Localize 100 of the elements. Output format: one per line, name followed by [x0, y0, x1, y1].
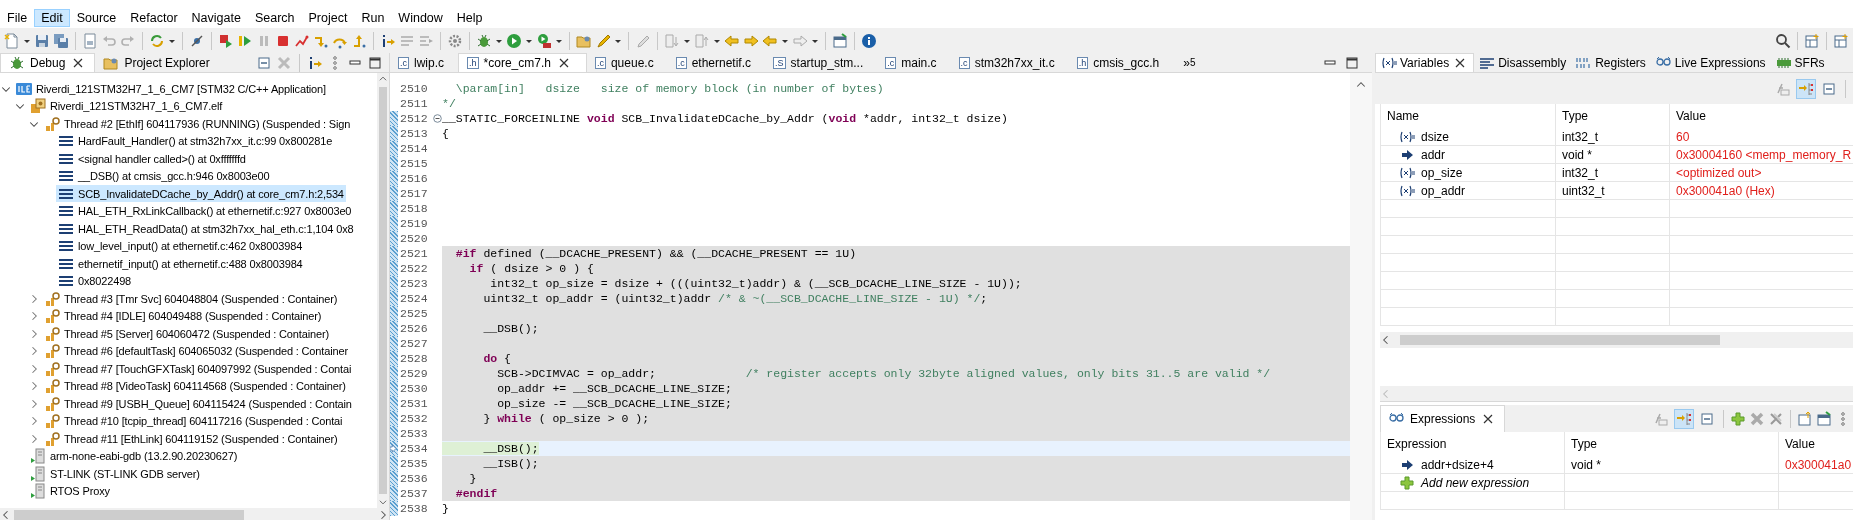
tree-item[interactable]: ST-LINK (ST-LINK GDB server) — [28, 465, 202, 483]
collapse-icon[interactable] — [256, 54, 272, 71]
column-header[interactable]: Type — [1571, 437, 1597, 451]
play-toolbox-icon[interactable] — [536, 32, 552, 49]
arrow-tree-icon[interactable] — [1676, 410, 1692, 427]
tab[interactable]: .c ethernetif.c — [667, 53, 766, 72]
tab[interactable]: Registers — [1571, 53, 1651, 72]
tree-item[interactable]: Thread #7 [TouchGFXTask] 604097992 (Suspended : Contai — [42, 360, 354, 378]
info-icon[interactable] — [861, 32, 877, 49]
menu-item[interactable]: Search — [247, 9, 302, 27]
tab[interactable]: Project Explorer — [95, 53, 218, 72]
tree-item[interactable]: Thread #5 [Server] 604060472 (Suspended : Container) — [42, 325, 331, 343]
menu-item[interactable]: Run — [354, 9, 392, 27]
variable-name: op_size — [1421, 165, 1463, 180]
tree-item[interactable]: ethernetif_input() at ethernetif.c:488 0x8003984 — [56, 255, 305, 273]
menu-item[interactable]: File — [0, 9, 35, 27]
column-header[interactable]: Value — [1676, 109, 1706, 123]
tab[interactable]: .c lwip.c — [390, 53, 459, 72]
collapse-icon[interactable] — [1821, 80, 1837, 97]
bug-icon[interactable] — [476, 32, 492, 49]
tree-item[interactable]: Thread #4 [IDLE] 604049488 (Suspended : Container) — [42, 307, 324, 325]
gear-icon[interactable] — [447, 32, 463, 49]
scrollbar[interactable] — [0, 508, 389, 520]
perspective-icon[interactable] — [1833, 32, 1849, 49]
tree-item[interactable]: HAL_ETH_RxLinkCallback() at ethernetif.c:927 0x8003e0 — [56, 202, 354, 220]
menu-item[interactable]: Edit — [34, 9, 70, 27]
tree-item[interactable]: Riverdi_121STM32H7_1_6_CM7 [STM32 C/C++ Application] — [14, 80, 328, 98]
brush-icon[interactable] — [595, 32, 611, 49]
export-icon[interactable] — [1797, 410, 1813, 427]
menu-item[interactable]: Refactor — [123, 9, 185, 27]
stop-play-icon[interactable] — [218, 32, 234, 49]
perspective-icon[interactable] — [1804, 32, 1820, 49]
remove-all-icon[interactable] — [276, 54, 292, 71]
plus-icon[interactable] — [1730, 410, 1746, 427]
tree-item[interactable]: Riverdi_121STM32H7_1_6_CM7.elf — [28, 97, 225, 115]
line-number: 2529 — [399, 366, 429, 381]
tree-item[interactable]: Thread #8 [VideoTask] 604114568 (Suspended : Container) — [42, 377, 348, 395]
tab[interactable]: .h *core_cm7.h — [458, 53, 587, 72]
floppy-stack-icon[interactable] — [53, 32, 69, 49]
remove-all-icon[interactable] — [1768, 410, 1784, 427]
tab[interactable]: Expressions — [1380, 405, 1506, 432]
save-icon[interactable] — [34, 32, 50, 49]
tab[interactable]: SFRs — [1770, 53, 1830, 72]
tree-item[interactable]: Thread #6 [defaultTask] 604065032 (Suspended : Container — [42, 342, 350, 360]
line-number: 2521 — [399, 246, 429, 261]
collapse-icon[interactable] — [1699, 410, 1715, 427]
tree-item[interactable]: HardFault_Handler() at stm32h7xx_it.c:99 0x800281e — [56, 132, 335, 150]
tree-item[interactable]: arm-none-eabi-gdb (13.2.90.20230627) — [28, 447, 240, 465]
tab[interactable]: .c stm32h7xx_it.c — [950, 53, 1069, 72]
scrollbar[interactable] — [1380, 386, 1853, 402]
add-expression-link[interactable]: Add new expression — [1421, 475, 1530, 490]
scrollbar[interactable] — [1350, 73, 1372, 520]
search-icon[interactable] — [1775, 32, 1791, 49]
column-header[interactable]: Name — [1387, 109, 1419, 123]
tree-item[interactable]: HAL_ETH_ReadData() at stm32h7xx_hal_eth.c:1,104 0x8 — [56, 220, 356, 238]
column-header[interactable]: Value — [1785, 437, 1815, 451]
menu-item[interactable]: Navigate — [184, 9, 248, 27]
tree-item[interactable]: RTOS Proxy — [28, 482, 112, 500]
new-window-icon[interactable] — [832, 32, 848, 49]
tree-item[interactable]: Thread #9 [USBH_Queue] 604115424 (Suspended : Contain — [42, 395, 354, 413]
tree-item[interactable]: 0x8022498 — [56, 272, 134, 290]
tab[interactable]: Debug — [0, 53, 96, 72]
arrow-right-icon[interactable] — [743, 32, 759, 49]
instruction-step-icon[interactable] — [307, 54, 323, 71]
scrollbar[interactable] — [1380, 332, 1853, 348]
tree-item[interactable]: low_level_input() at ethernetif.c:462 0x8003984 — [56, 237, 305, 255]
menu-item[interactable]: Help — [449, 9, 490, 27]
tab[interactable]: .S startup_stm... — [765, 53, 878, 72]
document-icon[interactable] — [82, 32, 98, 49]
menu-item[interactable]: Source — [69, 9, 124, 27]
tree-item[interactable]: Thread #2 [EthIf] 604117936 (RUNNING) (Suspended : Sign — [42, 115, 353, 133]
line-number: 2526 — [399, 321, 429, 336]
menu-item[interactable]: Project — [301, 9, 355, 27]
arrow-tree-icon[interactable] — [1798, 80, 1814, 97]
tree-item[interactable]: __DSB() at cmsis_gcc.h:946 0x8003e00 — [56, 167, 272, 185]
column-header[interactable]: Expression — [1387, 437, 1447, 451]
tab[interactable]: .c queue.c — [586, 53, 668, 72]
tab[interactable]: Live Expressions — [1650, 53, 1771, 72]
variable-value: <optimized out> — [1676, 165, 1762, 180]
collapse-icon[interactable] — [433, 114, 442, 123]
tree-item[interactable]: <signal handler called>() at 0xfffffffd — [56, 150, 248, 168]
tree-item[interactable]: Thread #10 [tcpip_thread] 604117216 (Suspended : Contai — [42, 412, 345, 430]
scrollbar[interactable] — [377, 73, 389, 508]
remove-icon[interactable] — [1749, 410, 1765, 427]
tree-item[interactable]: SCB_InvalidateDCache_by_Addr() at core_cm7.h:2,534 — [56, 185, 346, 203]
tab[interactable]: Disassembly — [1474, 53, 1572, 72]
tree-item[interactable]: Thread #11 [EthLink] 604119152 (Suspended : Container) — [42, 430, 340, 448]
column-header[interactable]: Type — [1562, 109, 1588, 123]
maximize-icon[interactable] — [367, 54, 383, 71]
thread-icon — [44, 325, 60, 342]
tab[interactable]: .c main.c — [877, 53, 951, 72]
tree-item[interactable]: Thread #3 [Tmr Svc] 604048804 (Suspended : Container) — [42, 290, 340, 308]
new-window-icon[interactable] — [1816, 410, 1832, 427]
instruction-step-icon[interactable] — [380, 32, 396, 49]
crossed-dot-icon[interactable] — [189, 32, 205, 49]
tab[interactable]: Variables — [1375, 53, 1475, 72]
menu-item[interactable]: Window — [391, 9, 450, 27]
tab[interactable]: .h cmsis_gcc.h — [1068, 53, 1174, 72]
maximize-icon[interactable] — [1344, 54, 1360, 71]
expression-text[interactable]: addr+dsize+4 — [1421, 457, 1494, 472]
